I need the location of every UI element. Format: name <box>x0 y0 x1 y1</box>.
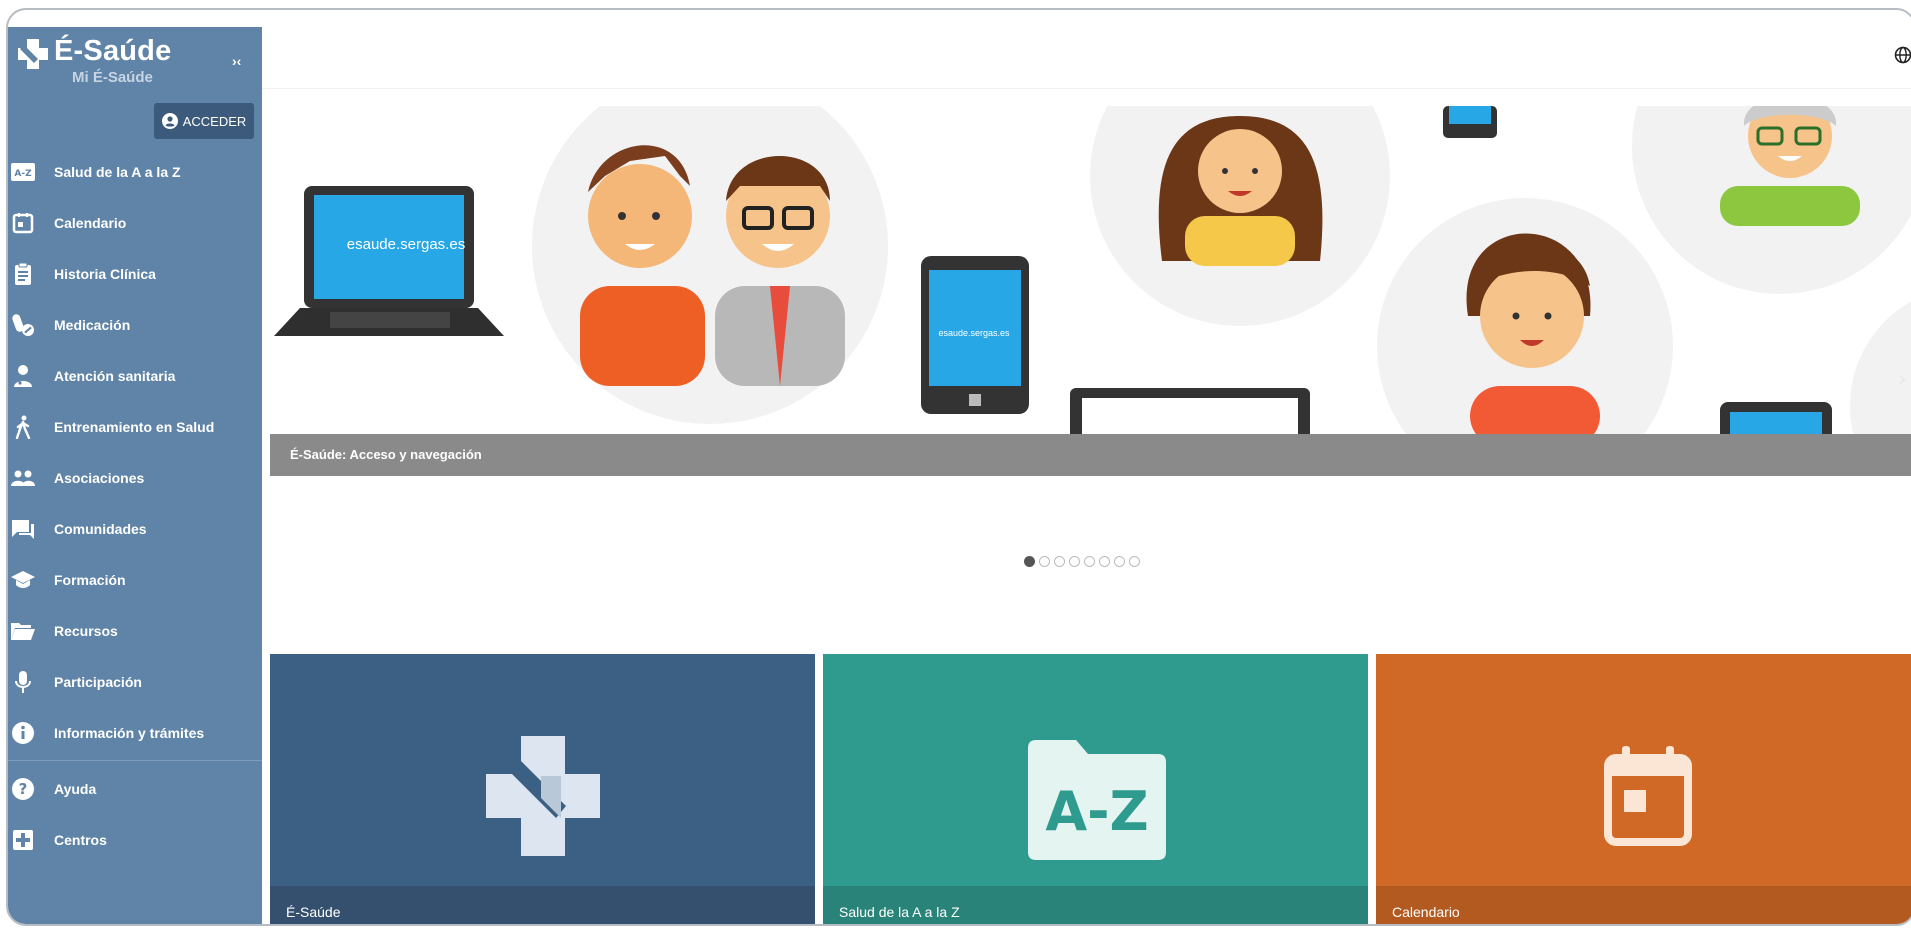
tile-salud-a-z[interactable]: A-Z Salud de la A a la Z <box>823 654 1368 924</box>
esaude-logo-icon <box>18 39 48 69</box>
carousel-indicators <box>1024 556 1140 567</box>
pills-icon <box>10 312 36 338</box>
svg-text:›: › <box>1898 367 1907 392</box>
carousel-dot-3[interactable] <box>1054 556 1065 567</box>
app-window: É-Saúde Mi É-Saúde ›‹ ACCEDER A-Z Salud … <box>6 8 1911 926</box>
tile-esaude[interactable]: É-Saúde <box>270 654 815 924</box>
sidebar-item-label: Entrenamiento en Salud <box>54 418 215 435</box>
graduation-cap-icon <box>10 567 36 593</box>
esaude-logo-icon <box>486 736 600 856</box>
svg-text:A-Z: A-Z <box>14 169 32 179</box>
sidebar-item-label: Participación <box>54 673 142 690</box>
tile-footer: Salud de la A a la Z <box>823 886 1368 924</box>
sidebar-item-asociaciones[interactable]: Asociaciones <box>8 452 262 503</box>
app-subtitle: Mi É-Saúde <box>72 69 153 86</box>
sidebar-item-label: Información y trámites <box>54 724 205 741</box>
sidebar-item-label: Medicación <box>54 316 131 333</box>
a-z-icon: A-Z <box>10 159 36 185</box>
info-icon <box>10 720 36 746</box>
sidebar-item-ayuda[interactable]: ? Ayuda <box>8 763 262 814</box>
tile-label: Salud de la A a la Z <box>839 904 960 920</box>
sidebar-item-label: Calendario <box>54 214 127 231</box>
sidebar-item-recursos[interactable]: Recursos <box>8 605 262 656</box>
carousel-dot-1[interactable] <box>1024 556 1035 567</box>
sidebar-item-calendario[interactable]: Calendario <box>8 197 262 248</box>
carousel-dot-7[interactable] <box>1114 556 1125 567</box>
walking-icon <box>10 414 36 440</box>
help-icon: ? <box>10 776 36 802</box>
sidebar-item-label: Historia Clínica <box>54 265 156 282</box>
account-circle-icon <box>161 113 178 129</box>
microphone-icon <box>10 669 36 695</box>
tile-label: É-Saúde <box>286 904 341 920</box>
tile-footer: É-Saúde <box>270 886 815 924</box>
sidebar-item-comunidades[interactable]: Comunidades <box>8 503 262 554</box>
sidebar-item-label: Asociaciones <box>54 469 145 486</box>
sidebar-nav: A-Z Salud de la A a la Z Calendario Hist… <box>8 146 262 865</box>
sidebar-item-atencion-sanitaria[interactable]: Atención sanitaria <box>8 350 262 401</box>
clipboard-icon <box>10 261 36 287</box>
tablet-screen-text: esaude.sergas.es <box>938 328 1010 338</box>
sidebar: É-Saúde Mi É-Saúde ›‹ ACCEDER A-Z Salud … <box>8 27 262 924</box>
sidebar-item-centros[interactable]: Centros <box>8 814 262 865</box>
login-button[interactable]: ACCEDER <box>154 103 254 139</box>
tile-footer: Calendario <box>1376 886 1911 924</box>
sidebar-divider <box>8 760 262 761</box>
tile-label: Calendario <box>1392 904 1460 920</box>
sidebar-item-label: Salud de la A a la Z <box>54 163 181 180</box>
carousel-dot-4[interactable] <box>1069 556 1080 567</box>
top-bar <box>262 10 1911 89</box>
sidebar-item-label: Recursos <box>54 622 118 639</box>
a-z-folder-text: A-Z <box>1045 780 1149 843</box>
collapse-sidebar-button[interactable]: ›‹ <box>232 53 241 69</box>
sidebar-item-medicacion[interactable]: Medicación <box>8 299 262 350</box>
sidebar-item-participacion[interactable]: Participación <box>8 656 262 707</box>
sidebar-item-entrenamiento[interactable]: Entrenamiento en Salud <box>8 401 262 452</box>
plus-square-icon <box>10 827 36 853</box>
brand[interactable]: É-Saúde Mi É-Saúde <box>16 31 256 91</box>
login-label: ACCEDER <box>182 113 247 129</box>
sidebar-item-formacion[interactable]: Formación <box>8 554 262 605</box>
laptop-screen-text: esaude.sergas.es <box>346 236 466 253</box>
sidebar-item-historia-clinica[interactable]: Historia Clínica <box>8 248 262 299</box>
app-title: É-Saúde <box>54 35 172 67</box>
doctor-icon <box>10 363 36 389</box>
tile-calendario[interactable]: Calendario <box>1376 654 1911 924</box>
sidebar-item-label: Centros <box>54 831 107 848</box>
globe-icon[interactable] <box>1894 46 1911 64</box>
sidebar-item-label: Comunidades <box>54 520 147 537</box>
sidebar-item-informacion-tramites[interactable]: Información y trámites <box>8 707 262 758</box>
sidebar-item-label: Atención sanitaria <box>54 367 176 384</box>
sidebar-item-label: Formación <box>54 571 126 588</box>
carousel-caption-text: É-Saúde: Acceso y navegación <box>290 447 482 462</box>
carousel-dot-8[interactable] <box>1129 556 1140 567</box>
carousel-dot-6[interactable] <box>1099 556 1110 567</box>
banner-illustration: › <box>274 106 1911 436</box>
sidebar-item-label: Ayuda <box>54 780 97 797</box>
group-icon <box>10 465 36 491</box>
calendar-icon <box>1604 746 1692 846</box>
svg-text:?: ? <box>19 780 28 798</box>
folder-open-icon <box>10 618 36 644</box>
carousel-caption[interactable]: É-Saúde: Acceso y navegación <box>270 434 1911 476</box>
sidebar-item-salud-a-z[interactable]: A-Z Salud de la A a la Z <box>8 146 262 197</box>
carousel-dot-2[interactable] <box>1039 556 1050 567</box>
carousel-slide[interactable]: › esaude.sergas.es esaude.sergas.es <box>270 106 1911 436</box>
calendar-icon <box>10 210 36 236</box>
forum-icon <box>10 516 36 542</box>
carousel-dot-5[interactable] <box>1084 556 1095 567</box>
